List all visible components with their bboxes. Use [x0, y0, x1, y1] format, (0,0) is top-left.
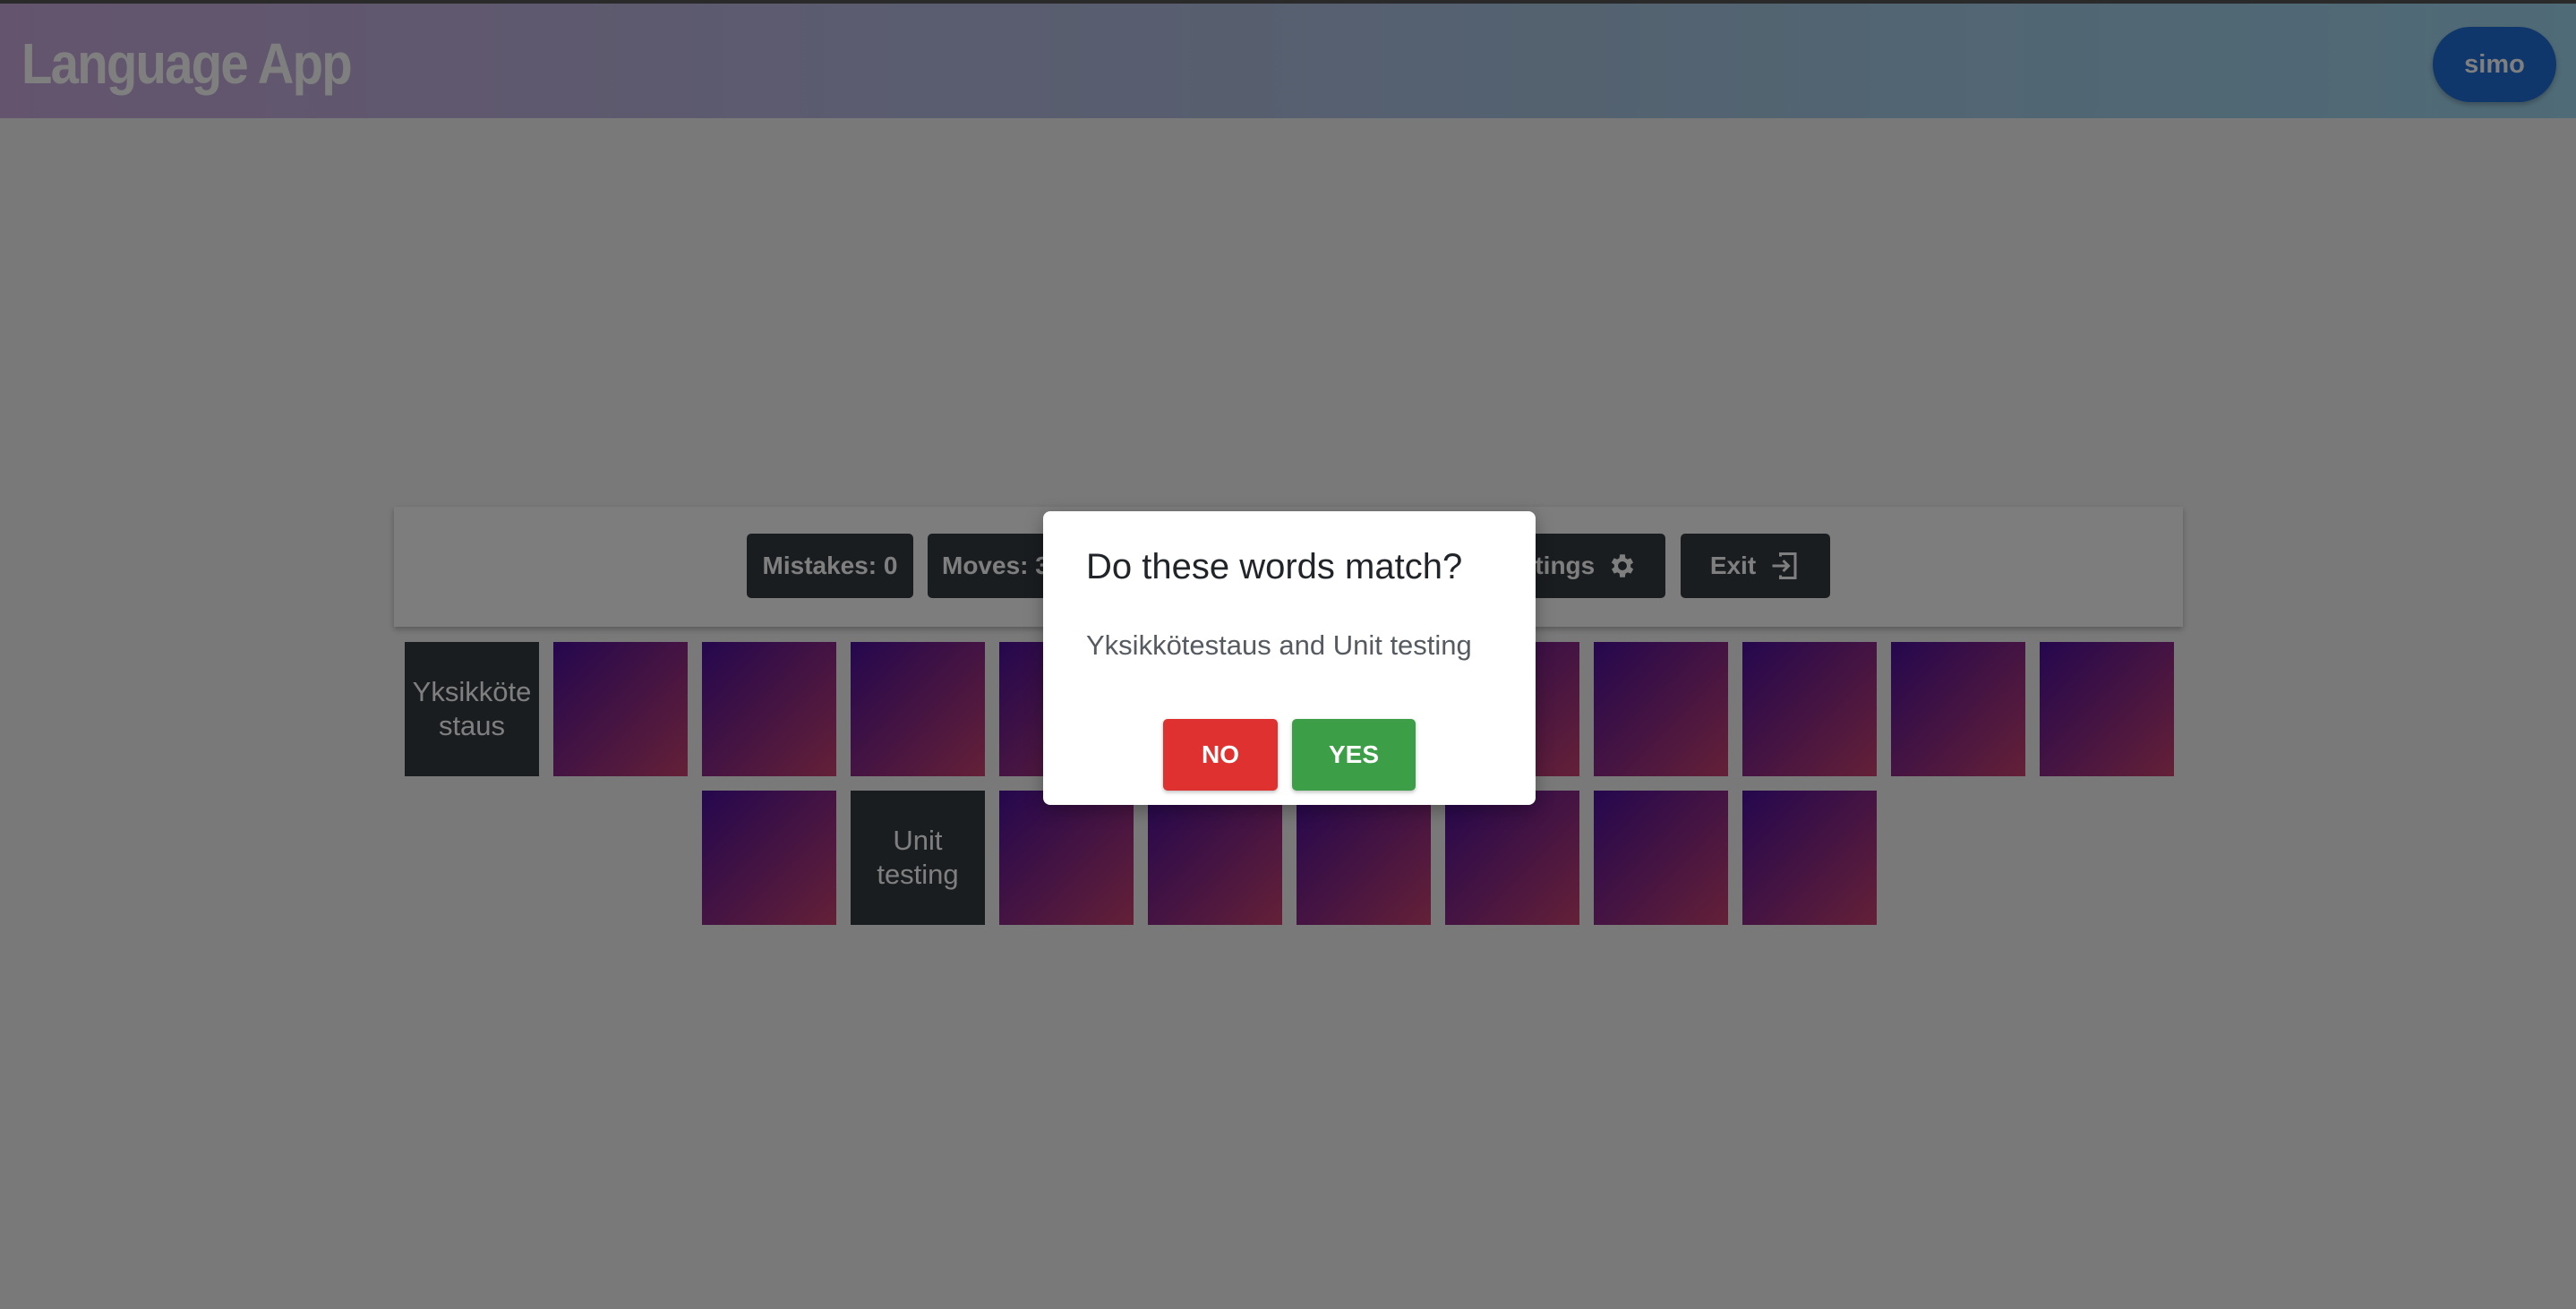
yes-button[interactable]: YES	[1292, 719, 1416, 791]
no-button[interactable]: NO	[1163, 719, 1278, 791]
page: Language App simo Mistakes: 0 Moves: 3 S…	[0, 0, 2576, 1309]
match-confirm-dialog: Do these words match? Yksikkötestaus and…	[1043, 511, 1536, 805]
dialog-message: Yksikkötestaus and Unit testing	[1086, 629, 1472, 661]
dialog-title: Do these words match?	[1086, 547, 1463, 586]
